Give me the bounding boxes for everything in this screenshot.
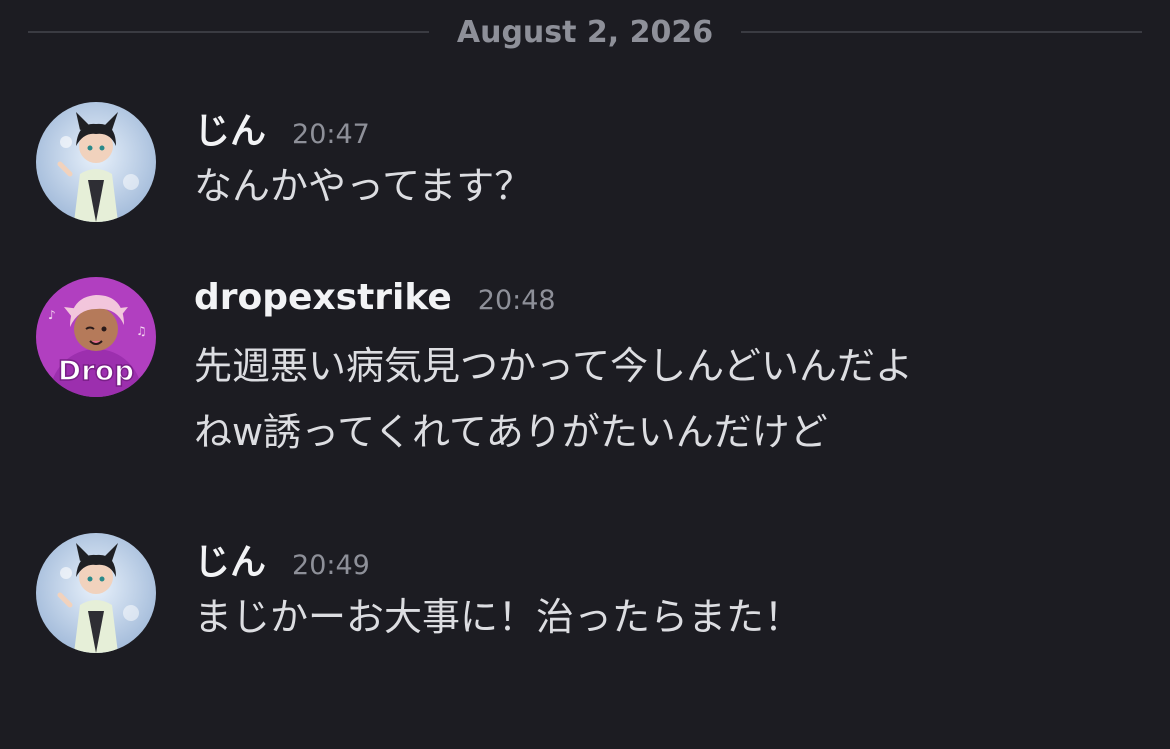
date-divider: August 2, 2026 [28, 10, 1143, 54]
timestamp: 20:47 [292, 119, 370, 150]
username[interactable]: じん [194, 102, 266, 154]
svg-text:♪: ♪ [48, 308, 56, 322]
message-text: 先週悪い病気見つかって今しんどいんだよ [194, 344, 913, 388]
svg-text:♫: ♫ [136, 324, 147, 338]
date-divider-line-right [741, 31, 1143, 33]
date-divider-line-left [28, 31, 429, 33]
message-content: じん 20:47 なんかやってます？ [194, 102, 1150, 214]
date-divider-label: August 2, 2026 [456, 14, 714, 50]
message-content: じん 20:49 まじかーお大事に！治ったらまた！ [194, 533, 1150, 645]
avatar[interactable] [36, 533, 156, 653]
avatar[interactable]: ♪ ♫ Drop [36, 277, 156, 397]
message-header: じん 20:47 [194, 102, 1150, 158]
timestamp: 20:48 [477, 285, 556, 316]
message-header: じん 20:49 [194, 533, 1150, 589]
cat-ear-character-avatar-icon [36, 533, 156, 653]
message-text: ねw誘ってくれてありがたいんだけど [194, 410, 828, 454]
cat-ear-character-avatar-icon [36, 102, 156, 222]
drop-character-avatar-icon: ♪ ♫ Drop [36, 277, 156, 397]
avatar[interactable] [36, 102, 156, 222]
username[interactable]: dropexstrike [194, 277, 452, 318]
username[interactable]: じん [194, 533, 266, 585]
avatar-logo-text: Drop [58, 354, 134, 387]
timestamp: 20:49 [292, 550, 370, 581]
message-text: まじかーお大事に！治ったらまた！ [194, 595, 803, 639]
message-content: dropexstrike 20:48 先週悪い病気見つかって今しんどいんだよ ね… [194, 277, 1150, 465]
message-header: dropexstrike 20:48 [194, 277, 1150, 333]
message-text: なんかやってます？ [194, 164, 533, 208]
